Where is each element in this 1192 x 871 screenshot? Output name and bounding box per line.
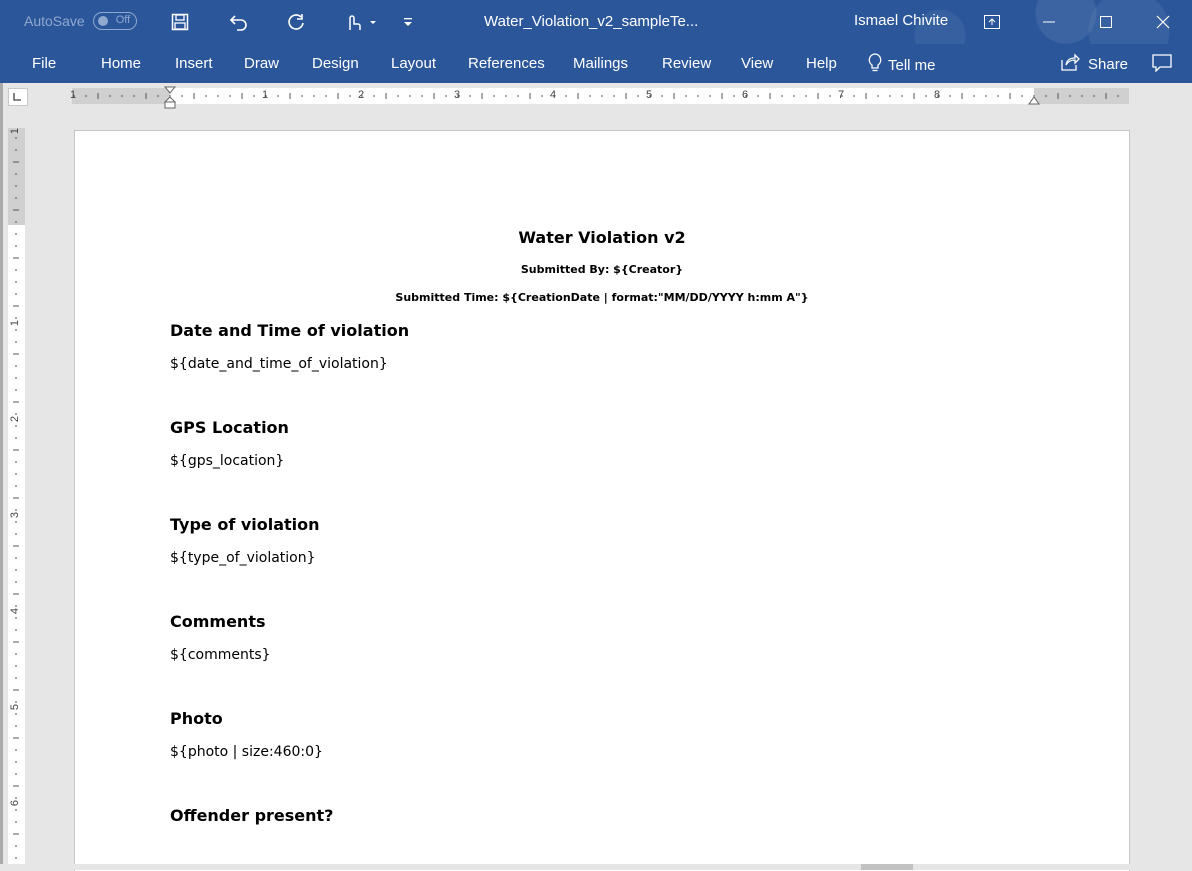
document-page[interactable]: Water Violation v2 Submitted By: ${Creat… — [75, 131, 1129, 871]
section-value: ${photo | size:460:0} — [170, 744, 323, 760]
tab-insert[interactable]: Insert — [175, 55, 213, 72]
ruler-number: 6 — [9, 799, 22, 807]
section-heading: GPS Location — [170, 418, 289, 437]
section-value: ${comments} — [170, 647, 271, 663]
touch-mode-icon[interactable] — [340, 10, 380, 34]
share-label: Share — [1088, 55, 1129, 73]
indent-marker-right[interactable] — [1027, 96, 1041, 106]
section-heading: Offender present? — [170, 806, 334, 825]
tab-view[interactable]: View — [741, 55, 773, 72]
autosave-control[interactable]: AutoSave Off — [24, 12, 137, 30]
tab-layout[interactable]: Layout — [391, 55, 436, 72]
section-heading: Date and Time of violation — [170, 321, 410, 340]
vertical-ruler[interactable]: 1 1 2 3 4 5 6 — [8, 128, 25, 864]
ruler-number: 6 — [742, 89, 749, 101]
autosave-state: Off — [115, 14, 131, 26]
submitted-time: Submitted Time: ${CreationDate | format:… — [395, 291, 809, 304]
ruler-number: 5 — [9, 703, 22, 711]
section-value: ${gps_location} — [170, 453, 285, 469]
horizontal-scrollbar[interactable] — [0, 864, 1192, 870]
ruler-number: 2 — [9, 415, 22, 423]
ruler-number: 5 — [646, 89, 653, 101]
tab-mailings[interactable]: Mailings — [573, 55, 628, 72]
horizontal-ruler[interactable]: 1 1 2 3 4 5 6 7 8 — [70, 86, 1129, 109]
ribbon-tabs: File Home Insert Draw Design Layout Refe… — [0, 44, 1192, 83]
section-value: ${date_and_time_of_violation} — [170, 356, 388, 372]
tab-file[interactable]: File — [32, 55, 56, 72]
undo-icon[interactable] — [226, 10, 250, 34]
user-name[interactable]: Ismael Chivite — [854, 12, 948, 29]
save-icon[interactable] — [168, 10, 192, 34]
window-left-edge — [0, 83, 3, 870]
ruler-number: 1 — [9, 127, 22, 135]
comments-icon[interactable] — [1152, 54, 1172, 77]
autosave-toggle[interactable]: Off — [92, 12, 137, 30]
tab-design[interactable]: Design — [312, 55, 359, 72]
tab-help[interactable]: Help — [806, 55, 837, 72]
section-heading: Photo — [170, 709, 223, 728]
ruler-number: 1 — [9, 319, 22, 327]
minimize-icon[interactable] — [1034, 8, 1064, 36]
share-button[interactable]: Share — [1060, 53, 1128, 75]
ruler-number: 4 — [9, 607, 22, 615]
section-heading: Comments — [170, 612, 266, 631]
ruler-number: 3 — [454, 89, 461, 101]
tab-selector[interactable] — [8, 88, 28, 106]
share-icon — [1060, 53, 1080, 75]
scrollbar-thumb[interactable] — [861, 864, 913, 870]
indent-marker-left[interactable] — [163, 86, 177, 110]
autosave-label: AutoSave — [24, 13, 85, 29]
tab-home[interactable]: Home — [101, 55, 141, 72]
title-bar: AutoSave Off Water_Violation_v2_sampleTe… — [0, 0, 1192, 44]
section-value: ${type_of_violation} — [170, 550, 316, 566]
tab-review[interactable]: Review — [662, 55, 711, 72]
ruler-number: 3 — [9, 511, 22, 519]
toggle-knob — [97, 16, 108, 26]
section-heading: Type of violation — [170, 515, 320, 534]
ruler-number: 4 — [550, 89, 557, 101]
close-icon[interactable] — [1148, 8, 1178, 36]
ruler-ticks — [13, 137, 19, 859]
document-heading: Water Violation v2 — [518, 228, 686, 247]
ruler-number: 1 — [262, 89, 269, 101]
document-title: Water_Violation_v2_sampleTe... — [484, 13, 699, 30]
submitted-by: Submitted By: ${Creator} — [520, 263, 684, 276]
tab-draw[interactable]: Draw — [244, 55, 279, 72]
tell-me-search[interactable]: Tell me — [868, 53, 936, 77]
lightbulb-icon — [868, 53, 882, 77]
maximize-icon[interactable] — [1091, 8, 1121, 36]
customize-qat-icon[interactable] — [396, 10, 420, 34]
ruler-number: 8 — [934, 89, 941, 101]
ribbon-display-options-icon[interactable] — [977, 8, 1007, 36]
ruler-number: 2 — [358, 89, 365, 101]
ruler-number: 1 — [70, 89, 77, 101]
redo-icon[interactable] — [284, 10, 308, 34]
ruler-ticks — [73, 93, 1119, 99]
tell-me-label: Tell me — [888, 56, 936, 74]
ruler-number: 7 — [838, 89, 845, 101]
tab-references[interactable]: References — [468, 55, 545, 72]
